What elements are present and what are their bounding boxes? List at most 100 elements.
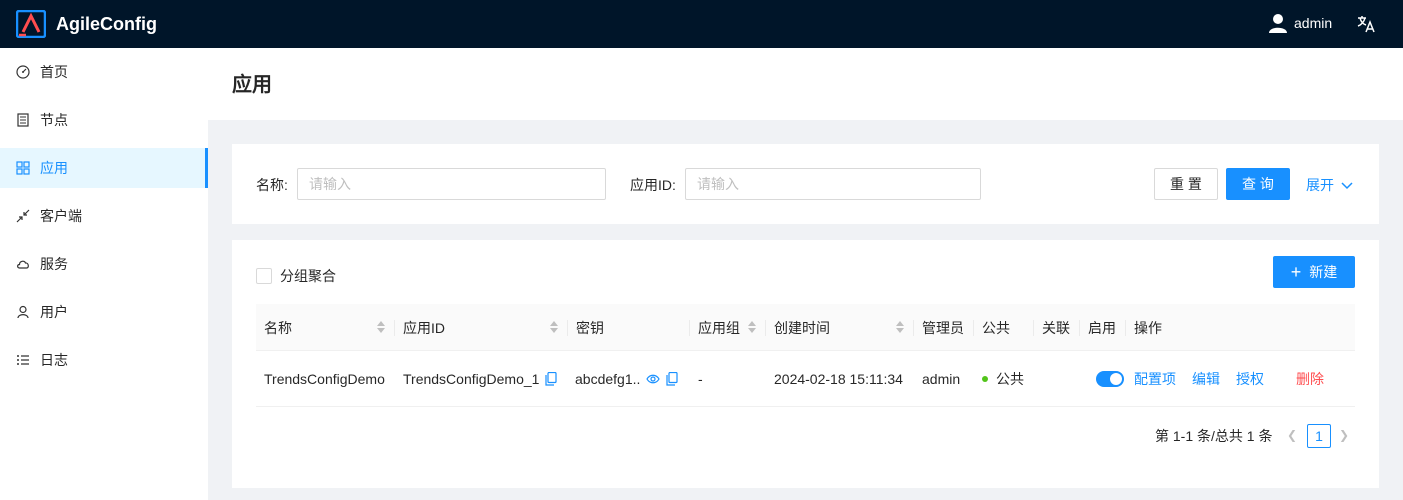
- column-header-related: 关联: [1034, 304, 1070, 351]
- search-form: 名称: 应用ID: 重 置 查 询 展开: [232, 144, 1379, 224]
- user-avatar-icon: [1269, 14, 1287, 33]
- cell-name: TrendsConfigDemo: [264, 371, 385, 387]
- appid-text: TrendsConfigDemo_1: [403, 371, 540, 387]
- cell-enabled: [1088, 351, 1124, 407]
- sidebar-item-label: 客户端: [40, 208, 82, 224]
- column-label: 应用ID: [403, 319, 445, 336]
- sidebar-item-label: 用户: [40, 304, 68, 320]
- sidebar-item-label: 首页: [40, 64, 68, 80]
- pagination: 第 1-1 条/总共 1 条 ❮ 1 ❯: [232, 424, 1379, 448]
- chevron-down-icon: [1341, 182, 1353, 190]
- column-label: 应用组: [698, 319, 740, 336]
- column-label: 名称: [264, 319, 292, 336]
- status-dot: [982, 376, 988, 382]
- secret-text: abcdefg1..: [575, 371, 641, 387]
- authorize-link[interactable]: 授权: [1236, 369, 1264, 389]
- copy-icon[interactable]: [545, 372, 558, 386]
- new-label: 新建: [1309, 264, 1338, 280]
- shrink-icon: [16, 209, 30, 223]
- column-label: 操作: [1134, 319, 1162, 336]
- prev-page-icon[interactable]: ❮: [1287, 428, 1297, 442]
- agileconfig-logo-icon[interactable]: [16, 10, 46, 38]
- public-text: 公共: [996, 371, 1024, 387]
- column-header-appid[interactable]: 应用ID: [395, 304, 445, 351]
- sidebar-item-apps[interactable]: 应用: [0, 148, 208, 188]
- name-search-input[interactable]: [297, 168, 606, 200]
- column-label: 关联: [1042, 319, 1070, 336]
- copy-icon[interactable]: [666, 372, 678, 386]
- cell-admin: admin: [922, 371, 961, 387]
- node-icon: [16, 113, 30, 127]
- cell-actions: 配置项 编辑 授权 删除: [1126, 351, 1324, 407]
- expand-toggle[interactable]: 展开: [1306, 176, 1354, 194]
- column-label: 公共: [982, 319, 1010, 336]
- page-title: 应用: [232, 74, 272, 96]
- top-bar: AgileConfig admin: [0, 0, 1403, 48]
- sidebar-item-users[interactable]: 用户: [0, 292, 208, 332]
- query-button[interactable]: 查 询: [1226, 168, 1290, 200]
- edit-link[interactable]: 编辑: [1192, 369, 1220, 389]
- reset-button[interactable]: 重 置: [1154, 168, 1218, 200]
- column-header-admin: 管理员: [914, 304, 964, 351]
- page-header: 应用: [208, 48, 1403, 120]
- column-label: 启用: [1088, 319, 1116, 336]
- sort-icon[interactable]: [896, 321, 904, 333]
- page-number[interactable]: 1: [1307, 424, 1331, 448]
- column-header-public: 公共: [974, 304, 1010, 351]
- user-icon: [16, 305, 30, 319]
- sort-icon[interactable]: [748, 321, 756, 333]
- cell-appid: TrendsConfigDemo_1: [395, 351, 558, 407]
- table-row: TrendsConfigDemo TrendsConfigDemo_1 abcd…: [256, 351, 1355, 407]
- next-page-icon[interactable]: ❯: [1339, 428, 1349, 442]
- sidebar-item-logs[interactable]: 日志: [0, 340, 208, 380]
- translate-icon[interactable]: [1356, 14, 1376, 34]
- table-header: 名称 应用ID 密钥 应用组 创建时间 管理员 公共 关联 启用 操作: [256, 304, 1355, 351]
- user-name: admin: [1294, 15, 1333, 31]
- column-label: 创建时间: [774, 319, 830, 336]
- delete-link[interactable]: 删除: [1296, 369, 1324, 389]
- sidebar-item-label: 日志: [40, 352, 68, 368]
- pagination-total: 第 1-1 条/总共 1 条: [1155, 428, 1273, 444]
- column-header-secret: 密钥: [568, 304, 604, 351]
- group-aggregate-label: 分组聚合: [280, 268, 336, 284]
- eye-icon[interactable]: [646, 373, 661, 385]
- sidebar-item-home[interactable]: 首页: [0, 52, 208, 92]
- apps-icon: [16, 161, 30, 175]
- appid-field-label: 应用ID:: [630, 177, 676, 193]
- user-menu[interactable]: admin: [1268, 13, 1332, 33]
- enabled-switch[interactable]: [1096, 371, 1124, 387]
- dashboard-icon: [16, 65, 30, 79]
- expand-label: 展开: [1306, 177, 1334, 193]
- sidebar-item-label: 服务: [40, 256, 68, 272]
- sidebar-item-services[interactable]: 服务: [0, 244, 208, 284]
- cloud-icon: [16, 257, 30, 271]
- column-header-enabled: 启用: [1080, 304, 1116, 351]
- sidebar-item-label: 应用: [40, 160, 68, 176]
- sidebar-item-label: 节点: [40, 112, 68, 128]
- group-aggregate-checkbox[interactable]: 分组聚合: [256, 266, 336, 286]
- list-icon: [16, 353, 30, 367]
- column-header-actions: 操作: [1126, 304, 1162, 351]
- sidebar-item-nodes[interactable]: 节点: [0, 100, 208, 140]
- plus-icon: +: [1290, 262, 1302, 282]
- column-label: 密钥: [576, 319, 604, 336]
- new-app-button[interactable]: + 新建: [1273, 256, 1355, 288]
- name-field-label: 名称:: [256, 177, 288, 193]
- sidebar-item-clients[interactable]: 客户端: [0, 196, 208, 236]
- column-label: 管理员: [922, 319, 964, 336]
- sort-icon[interactable]: [377, 321, 385, 333]
- cell-group: -: [698, 371, 703, 387]
- table-card: 分组聚合 + 新建 名称 应用ID 密钥 应用组 创建时间 管理员 公共 关联 …: [232, 240, 1379, 488]
- column-header-name[interactable]: 名称: [256, 304, 292, 351]
- cell-created: 2024-02-18 15:11:34: [774, 371, 903, 387]
- config-items-link[interactable]: 配置项: [1134, 369, 1176, 389]
- sidebar: 首页 节点 应用 客户端 服务 用户 日志: [0, 48, 208, 500]
- cell-secret: abcdefg1..: [567, 351, 678, 407]
- checkbox-box[interactable]: [256, 268, 272, 284]
- column-header-group[interactable]: 应用组: [690, 304, 740, 351]
- column-header-created[interactable]: 创建时间: [766, 304, 830, 351]
- appid-search-input[interactable]: [685, 168, 981, 200]
- sort-icon[interactable]: [550, 321, 558, 333]
- app-title[interactable]: AgileConfig: [56, 13, 157, 35]
- cell-public: 公共: [974, 351, 1024, 407]
